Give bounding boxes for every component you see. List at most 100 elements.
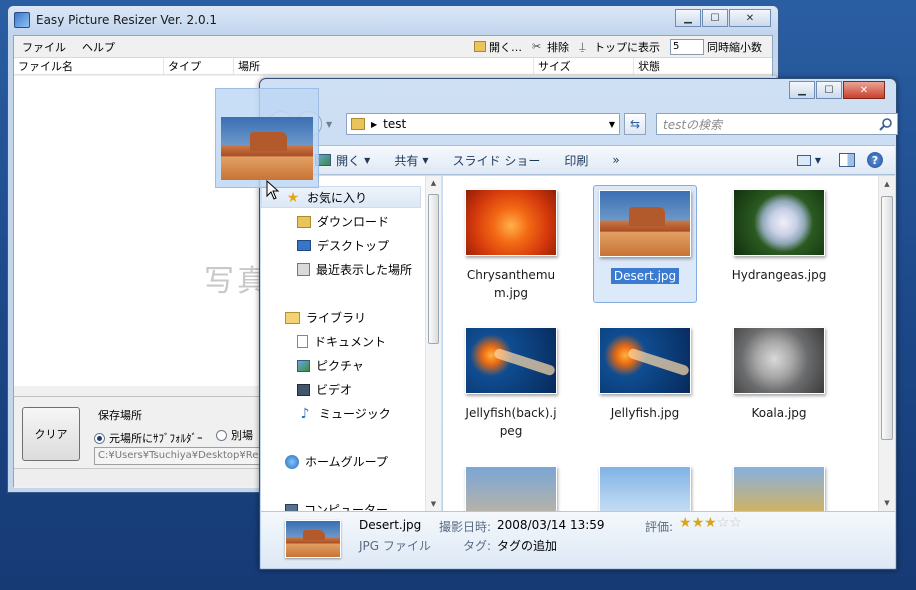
details-filename: Desert.jpg <box>359 518 422 532</box>
close-icon[interactable]: ✕ <box>843 81 885 99</box>
refresh-icon[interactable]: ⇆ <box>624 113 646 135</box>
minimize-icon[interactable]: ▁ <box>675 9 701 27</box>
radio-other-label: 別場 <box>231 429 253 442</box>
breadcrumb-separator-icon[interactable]: ▶ <box>371 120 377 129</box>
file-name: Chrysanthemum.jpg <box>466 268 556 300</box>
exclude-label: 排除 <box>547 40 569 54</box>
thumbnail-tulips <box>733 466 825 511</box>
recent-places-icon <box>297 263 310 276</box>
details-rating-label: 評価: <box>645 520 674 534</box>
column-size[interactable]: サイズ <box>534 58 634 74</box>
file-tile[interactable] <box>459 466 563 511</box>
help-icon[interactable]: ? <box>861 152 895 168</box>
file-tile[interactable]: Hydrangeas.jpg <box>727 189 831 284</box>
help-glyph: ? <box>867 152 883 168</box>
file-name: Koala.jpg <box>751 406 807 420</box>
nav-computer[interactable]: コンピューター <box>285 501 388 511</box>
nav-favorites[interactable]: ★ お気に入り <box>285 189 367 206</box>
share-menu-button[interactable]: 共有 ▼ <box>382 152 440 169</box>
share-menu-label: 共有 <box>394 153 419 168</box>
details-date-value[interactable]: 2008/03/14 13:59 <box>497 518 605 532</box>
nav-music[interactable]: ♪ ミュージック <box>297 405 391 422</box>
folder-icon <box>474 41 486 52</box>
address-bar[interactable]: ▶ test ▼ <box>346 113 620 135</box>
nav-scrollbar[interactable]: ▲ ▼ <box>425 176 441 511</box>
close-icon[interactable]: ✕ <box>729 9 771 27</box>
preview-pane-icon[interactable] <box>833 153 861 167</box>
file-view-scrollbar[interactable]: ▲ ▼ <box>878 176 895 511</box>
radio-other[interactable]: 別場 <box>216 427 253 443</box>
navigation-pane: ★ お気に入り ダウンロード デスクトップ 最近表示した場所 ライブラリ ドキュ… <box>261 176 442 511</box>
resizer-toolbar: 開く… ✂ 排除 ⍊ トップに表示 5 同時縮小数 <box>474 38 772 55</box>
column-status[interactable]: 状態 <box>634 58 754 74</box>
slideshow-button[interactable]: スライド ショー <box>441 152 553 169</box>
star-empty-icon[interactable]: ☆ <box>729 515 742 531</box>
nav-documents[interactable]: ドキュメント <box>297 333 386 350</box>
drag-ghost <box>215 88 319 188</box>
nav-recent[interactable]: 最近表示した場所 <box>297 261 412 278</box>
resizer-titlebar[interactable]: Easy Picture Resizer Ver. 2.0.1 <box>8 6 778 34</box>
radio-dot <box>94 432 105 444</box>
thumbnail-jellyfish <box>599 327 691 394</box>
topmost-label: トップに表示 <box>594 40 660 54</box>
nav-libraries[interactable]: ライブラリ <box>285 309 366 326</box>
maximize-icon[interactable]: ☐ <box>816 81 842 99</box>
breadcrumb-test[interactable]: test <box>383 117 406 131</box>
address-dropdown-icon[interactable]: ▼ <box>609 120 615 129</box>
scroll-up-icon[interactable]: ▲ <box>879 180 895 188</box>
file-tile[interactable]: Jellyfish.jpg <box>593 327 697 422</box>
concurrency-spinner[interactable]: 5 <box>670 38 704 55</box>
scissors-icon: ✂ <box>532 40 542 53</box>
radio-subfolder[interactable]: 元場所にｻﾌﾞﾌｫﾙﾀﾞｰ <box>94 430 203 446</box>
minimize-icon[interactable]: ▁ <box>789 81 815 99</box>
star-icon: ★ <box>286 189 300 206</box>
file-tile-selected[interactable]: Desert.jpg <box>593 185 697 303</box>
change-view-button[interactable]: ▼ <box>785 154 833 166</box>
open-button[interactable]: 開く… <box>474 39 522 55</box>
menu-help[interactable]: ヘルプ <box>74 39 123 55</box>
picture-icon <box>297 359 310 372</box>
file-tile[interactable]: Koala.jpg <box>727 327 831 422</box>
search-input[interactable]: testの検索 <box>656 113 898 135</box>
recent-pages-chevron-icon[interactable]: ▼ <box>326 120 332 129</box>
menu-file[interactable]: ファイル <box>14 39 74 55</box>
nav-desktop[interactable]: デスクトップ <box>297 237 389 254</box>
details-date-label: 撮影日時: <box>439 520 492 534</box>
search-placeholder: testの検索 <box>663 117 723 132</box>
radio-subfolder-label: 元場所にｻﾌﾞﾌｫﾙﾀﾞｰ <box>109 432 203 445</box>
file-tile[interactable] <box>593 466 697 511</box>
topmost-button[interactable]: ⍊ トップに表示 <box>579 39 660 55</box>
column-type[interactable]: タイプ <box>164 58 234 74</box>
nav-scroll-thumb[interactable] <box>428 194 439 344</box>
file-tile[interactable] <box>727 466 831 511</box>
thumbnail-koala <box>733 327 825 394</box>
clear-button[interactable]: クリア <box>22 407 80 461</box>
nav-videos[interactable]: ビデオ <box>297 381 352 398</box>
star-empty-icon[interactable]: ☆ <box>717 515 730 531</box>
column-location[interactable]: 場所 <box>234 58 534 74</box>
more-commands-button[interactable]: » <box>600 153 631 167</box>
scroll-thumb[interactable] <box>881 196 893 440</box>
search-icon[interactable] <box>879 117 893 131</box>
pin-icon: ⍊ <box>579 40 586 53</box>
star-filled-icon[interactable]: ★ <box>692 515 705 531</box>
star-filled-icon[interactable]: ★ <box>679 515 692 531</box>
nav-pictures[interactable]: ピクチャ <box>297 357 364 374</box>
nav-scroll-up-icon[interactable]: ▲ <box>426 179 441 187</box>
maximize-icon[interactable]: ☐ <box>702 9 728 27</box>
resizer-title: Easy Picture Resizer Ver. 2.0.1 <box>36 13 218 27</box>
nav-downloads[interactable]: ダウンロード <box>297 213 389 230</box>
file-tile[interactable]: Chrysanthemum.jpg <box>459 189 563 302</box>
column-filename[interactable]: ファイル名 <box>14 58 164 74</box>
exclude-button[interactable]: ✂ 排除 <box>532 39 569 55</box>
print-button[interactable]: 印刷 <box>552 152 600 169</box>
star-filled-icon[interactable]: ★ <box>704 515 717 531</box>
details-tags-value[interactable]: タグの追加 <box>497 537 557 554</box>
scroll-down-icon[interactable]: ▼ <box>879 499 895 507</box>
rating-stars[interactable]: ★★★☆☆ <box>679 515 742 531</box>
nav-homegroup[interactable]: ホームグループ <box>285 453 388 470</box>
nav-scroll-down-icon[interactable]: ▼ <box>426 500 441 508</box>
file-tile[interactable]: Jellyfish(back).jpeg <box>459 327 563 440</box>
computer-icon <box>285 504 298 511</box>
view-icon <box>796 154 811 166</box>
